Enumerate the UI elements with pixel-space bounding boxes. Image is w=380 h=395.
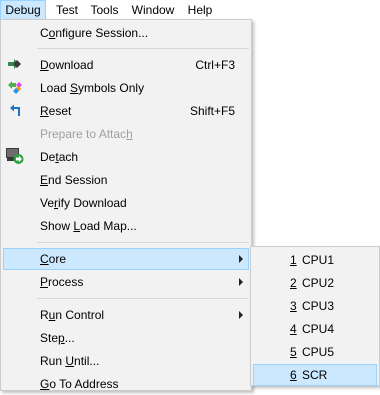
menu-item-show-load-map[interactable]: Show Load Map...	[3, 215, 249, 237]
load-symbols-label: Load Symbols Only	[40, 81, 145, 95]
core-item-label: CPU5	[302, 345, 335, 359]
core-item-label: SCR	[302, 368, 328, 382]
menu-separator	[37, 48, 249, 49]
download-shortcut: Ctrl+F3	[195, 58, 235, 72]
menubar-debug[interactable]: Debug	[0, 0, 46, 20]
debug-menu: Configure Session... Download Ctrl+F3 Lo…	[0, 19, 252, 391]
menu-item-run-control[interactable]: Run Control	[3, 304, 249, 326]
core-item-number: 5	[290, 345, 297, 359]
core-label: Core	[40, 252, 67, 266]
menu-item-verify-download[interactable]: Verify Download	[3, 192, 249, 214]
reset-label: Reset	[40, 104, 72, 118]
core-item-scr[interactable]: 6 SCR	[253, 364, 377, 386]
submenu-arrow-icon	[239, 311, 243, 319]
menu-item-detach[interactable]: Detach	[3, 146, 249, 168]
menubar-window-label: Window	[131, 3, 175, 17]
show-load-map-label: Show Load Map...	[40, 219, 137, 233]
reset-icon	[7, 102, 23, 118]
menubar-tools-label: Tools	[90, 3, 119, 17]
menu-item-end-session[interactable]: End Session	[3, 169, 249, 191]
run-until-label: Run Until...	[40, 354, 100, 368]
menu-item-go-to-address[interactable]: Go To Address	[3, 373, 249, 395]
load-symbols-icon	[7, 79, 23, 95]
menu-item-prepare-to-attach: Prepare to Attach	[3, 123, 249, 145]
menu-item-load-symbols-only[interactable]: Load Symbols Only	[3, 77, 249, 99]
menubar-help[interactable]: Help	[184, 0, 216, 20]
core-item-label: CPU1	[302, 253, 335, 267]
process-label: Process	[40, 275, 84, 289]
menu-item-process[interactable]: Process	[3, 271, 249, 293]
core-item-number: 1	[290, 253, 297, 267]
submenu-arrow-icon	[239, 255, 243, 263]
menubar-debug-label: Debug	[5, 3, 41, 17]
menu-item-reset[interactable]: Reset Shift+F5	[3, 100, 249, 122]
go-to-address-label: Go To Address	[40, 377, 119, 391]
core-item-number: 4	[290, 322, 297, 336]
menu-separator	[37, 242, 249, 243]
core-item-cpu4[interactable]: 4 CPU4	[253, 318, 377, 340]
menu-item-run-until[interactable]: Run Until...	[3, 350, 249, 372]
core-item-cpu1[interactable]: 1 CPU1	[253, 249, 377, 271]
detach-icon	[5, 147, 25, 165]
core-item-label: CPU2	[302, 276, 335, 290]
menu-item-core[interactable]: Core	[3, 248, 249, 270]
configure-session-label: Configure Session...	[40, 26, 149, 40]
download-icon	[7, 56, 23, 72]
step-label: Step...	[40, 331, 75, 345]
menubar-tools[interactable]: Tools	[87, 0, 122, 20]
core-item-number: 3	[290, 299, 297, 313]
reset-shortcut: Shift+F5	[189, 104, 235, 118]
menubar-test-label: Test	[55, 3, 78, 17]
core-item-label: CPU4	[302, 322, 335, 336]
run-control-label: Run Control	[40, 308, 105, 322]
core-item-cpu3[interactable]: 3 CPU3	[253, 295, 377, 317]
core-item-number: 6	[290, 368, 297, 382]
core-item-cpu5[interactable]: 5 CPU5	[253, 341, 377, 363]
menubar: Debug Test Tools Window Help	[0, 0, 380, 20]
core-submenu: 1 CPU1 2 CPU2 3 CPU3 4 CPU4 5 CPU5 6 SCR	[250, 246, 380, 386]
menu-item-download[interactable]: Download Ctrl+F3	[3, 54, 249, 76]
core-item-cpu2[interactable]: 2 CPU2	[253, 272, 377, 294]
core-item-label: CPU3	[302, 299, 335, 313]
verify-download-label: Verify Download	[40, 196, 127, 210]
download-label: Download	[40, 58, 94, 72]
menu-item-configure-session[interactable]: Configure Session...	[3, 22, 249, 44]
detach-label: Detach	[40, 150, 79, 164]
menubar-test[interactable]: Test	[51, 0, 83, 20]
submenu-arrow-icon	[239, 278, 243, 286]
end-session-label: End Session	[40, 173, 108, 187]
menu-item-step[interactable]: Step...	[3, 327, 249, 349]
menu-separator	[37, 298, 249, 299]
menubar-window[interactable]: Window	[128, 0, 178, 20]
core-item-number: 2	[290, 276, 297, 290]
menubar-help-label: Help	[187, 3, 213, 17]
prepare-to-attach-label: Prepare to Attach	[40, 127, 133, 141]
